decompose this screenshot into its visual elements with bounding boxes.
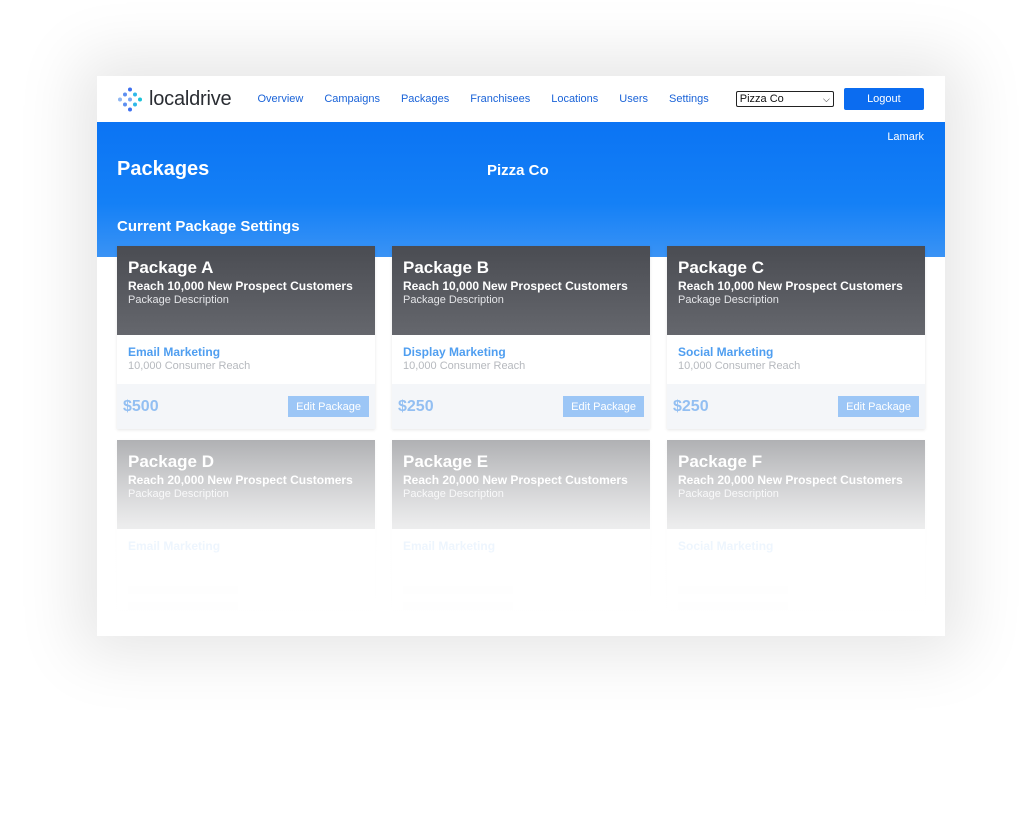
placeholder-line	[128, 586, 238, 594]
service-name: Email Marketing	[403, 539, 496, 553]
package-price: $250	[398, 397, 434, 415]
nav-users[interactable]: Users	[619, 93, 648, 105]
package-description: Package Description	[128, 294, 229, 306]
logout-button[interactable]: Logout	[843, 88, 924, 110]
client-title: Pizza Co	[487, 162, 549, 179]
package-card-header: Package B Reach 10,000 New Prospect Cust…	[392, 246, 650, 335]
package-card-header: Package D Reach 20,000 New Prospect Cust…	[117, 440, 375, 529]
package-card-footer: $250 Edit Package	[392, 384, 650, 429]
package-details-placeholder	[667, 586, 925, 610]
service-reach: 10,000 Consumer Reach	[403, 360, 526, 372]
package-card-body: Email Marketing 10,000 Consumer Reach	[117, 335, 375, 384]
placeholder-line	[403, 586, 513, 594]
package-card: Package A Reach 10,000 New Prospect Cust…	[117, 246, 375, 429]
package-reach: Reach 20,000 New Prospect Customers	[403, 473, 628, 487]
package-name: Package C	[678, 258, 764, 277]
package-card-header: Package C Reach 10,000 New Prospect Cust…	[667, 246, 925, 335]
nav-campaigns[interactable]: Campaigns	[324, 93, 380, 105]
package-card: Package F Reach 20,000 New Prospect Cust…	[667, 440, 925, 610]
package-card-body: Social Marketing	[667, 529, 925, 578]
edit-package-button[interactable]: Edit Package	[838, 396, 919, 417]
package-card-body: Email Marketing	[117, 529, 375, 578]
package-name: Package E	[403, 452, 489, 471]
section-title: Current Package Settings	[117, 218, 300, 235]
service-name: Email Marketing	[128, 539, 221, 553]
package-card: Package B Reach 10,000 New Prospect Cust…	[392, 246, 650, 429]
placeholder-line	[403, 602, 513, 610]
package-card-header: Package E Reach 20,000 New Prospect Cust…	[392, 440, 650, 529]
package-card-footer: $500 Edit Package	[117, 384, 375, 429]
service-name: Email Marketing	[128, 345, 221, 359]
placeholder-line	[678, 586, 788, 594]
package-name: Package B	[403, 258, 489, 277]
edit-package-button[interactable]: Edit Package	[288, 396, 369, 417]
package-reach: Reach 20,000 New Prospect Customers	[678, 473, 903, 487]
page-title: Packages	[117, 158, 210, 180]
package-card: Package E Reach 20,000 New Prospect Cust…	[392, 440, 650, 610]
package-name: Package F	[678, 452, 763, 471]
package-card: Package D Reach 20,000 New Prospect Cust…	[117, 440, 375, 610]
service-name: Display Marketing	[403, 345, 506, 359]
placeholder-line	[678, 602, 788, 610]
package-card-header: Package F Reach 20,000 New Prospect Cust…	[667, 440, 925, 529]
service-name: Social Marketing	[678, 345, 774, 359]
service-reach: 10,000 Consumer Reach	[128, 360, 251, 372]
app-window: localdrive Overview Campaigns Packages F…	[97, 76, 945, 636]
package-description: Package Description	[128, 488, 229, 500]
nav-franchisees[interactable]: Franchisees	[470, 93, 530, 105]
service-name: Social Marketing	[678, 539, 774, 553]
nav-overview[interactable]: Overview	[257, 93, 303, 105]
client-select-value: Pizza Co	[739, 93, 784, 105]
package-grid: Package A Reach 10,000 New Prospect Cust…	[117, 246, 925, 610]
client-select[interactable]: Pizza Co ⌵	[735, 91, 834, 107]
brand-name: localdrive	[149, 87, 232, 110]
nav-packages[interactable]: Packages	[401, 93, 449, 105]
package-price: $500	[123, 397, 159, 415]
package-card-body: Social Marketing 10,000 Consumer Reach	[667, 335, 925, 384]
chevron-down-icon: ⌵	[822, 93, 830, 104]
package-card-header: Package A Reach 10,000 New Prospect Cust…	[117, 246, 375, 335]
package-name: Package D	[128, 452, 214, 471]
package-details-placeholder	[117, 586, 375, 610]
package-card: Package C Reach 10,000 New Prospect Cust…	[667, 246, 925, 429]
service-reach: 10,000 Consumer Reach	[678, 360, 801, 372]
package-price: $250	[673, 397, 709, 415]
page-header: Lamark Packages Pizza Co Current Package…	[97, 122, 945, 257]
package-name: Package A	[128, 258, 214, 277]
user-name[interactable]: Lamark	[887, 131, 924, 143]
placeholder-line	[128, 602, 238, 610]
package-description: Package Description	[678, 488, 779, 500]
package-description: Package Description	[678, 294, 779, 306]
package-reach: Reach 10,000 New Prospect Customers	[403, 279, 628, 293]
logo[interactable]: localdrive	[117, 87, 232, 112]
package-reach: Reach 10,000 New Prospect Customers	[678, 279, 903, 293]
package-reach: Reach 10,000 New Prospect Customers	[128, 279, 353, 293]
edit-package-button[interactable]: Edit Package	[563, 396, 644, 417]
localdrive-logo-icon	[118, 87, 142, 111]
package-card-footer: $250 Edit Package	[667, 384, 925, 429]
package-description: Package Description	[403, 488, 504, 500]
package-reach: Reach 20,000 New Prospect Customers	[128, 473, 353, 487]
package-card-body: Email Marketing	[392, 529, 650, 578]
nav-locations[interactable]: Locations	[551, 93, 598, 105]
package-details-placeholder	[392, 586, 650, 610]
package-card-body: Display Marketing 10,000 Consumer Reach	[392, 335, 650, 384]
top-navigation: localdrive Overview Campaigns Packages F…	[97, 76, 945, 122]
package-description: Package Description	[403, 294, 504, 306]
nav-settings[interactable]: Settings	[669, 93, 709, 105]
